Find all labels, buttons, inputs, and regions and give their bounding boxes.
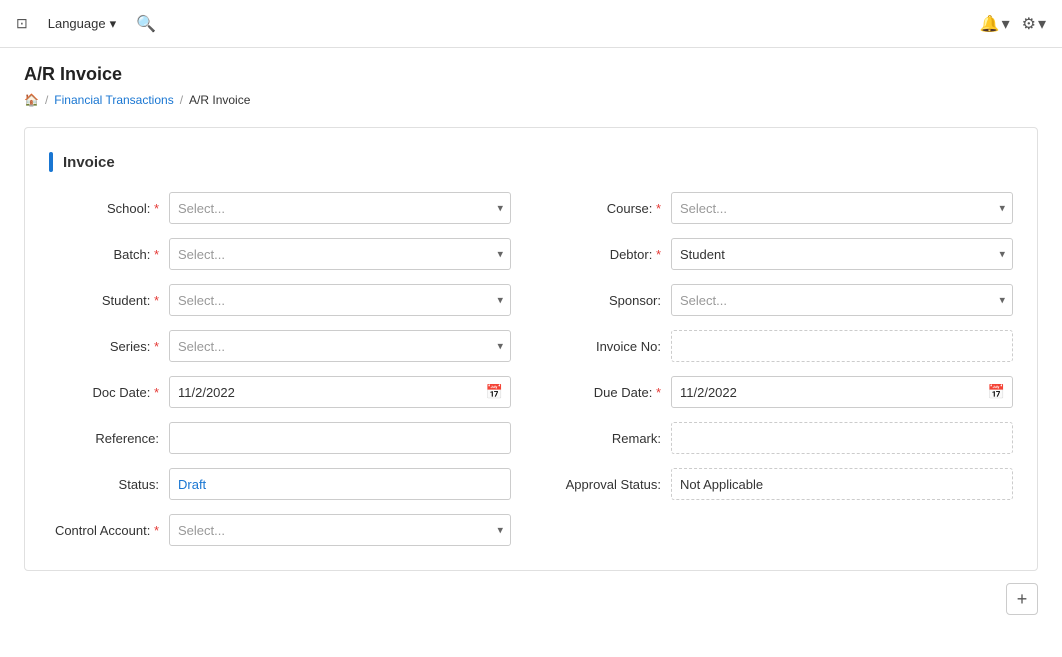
label-school: School: *: [49, 201, 159, 216]
debtor-select[interactable]: Student: [671, 238, 1013, 270]
course-select-wrapper: Select... ▾: [671, 192, 1013, 224]
required-doc-date: *: [154, 385, 159, 400]
label-control-account: Control Account: *: [49, 523, 159, 538]
series-select-wrapper: Select... ▾: [169, 330, 511, 362]
add-button[interactable]: +: [1006, 583, 1038, 615]
gear-icon: ⚙: [1022, 14, 1036, 34]
breadcrumb-current: A/R Invoice: [189, 93, 250, 107]
student-select-wrapper: Select... ▾: [169, 284, 511, 316]
form-grid: School: * Select... ▾ Course: * Select..…: [49, 192, 1013, 546]
label-approval-status: Approval Status:: [551, 477, 661, 492]
label-invoice-no: Invoice No:: [551, 339, 661, 354]
required-control-account: *: [154, 523, 159, 538]
label-course: Course: *: [551, 201, 661, 216]
section-title-row: Invoice: [49, 152, 1013, 172]
invoice-no-input[interactable]: [671, 330, 1013, 362]
language-button[interactable]: Language ▾: [40, 12, 124, 36]
required-student: *: [154, 293, 159, 308]
reference-input[interactable]: [169, 422, 511, 454]
gear-chevron: ▾: [1038, 14, 1046, 34]
field-invoice-no: Invoice No:: [551, 330, 1013, 362]
field-course: Course: * Select... ▾: [551, 192, 1013, 224]
field-due-date: Due Date: * 📅: [551, 376, 1013, 408]
field-student: Student: * Select... ▾: [49, 284, 511, 316]
field-doc-date: Doc Date: * 📅: [49, 376, 511, 408]
field-remark: Remark:: [551, 422, 1013, 454]
breadcrumb-sep-1: /: [45, 93, 48, 107]
label-student: Student: *: [49, 293, 159, 308]
bell-icon: 🔔: [980, 14, 1000, 34]
school-select[interactable]: Select...: [169, 192, 511, 224]
field-status: Status: Draft: [49, 468, 511, 500]
breadcrumb: 🏠 / Financial Transactions / A/R Invoice: [24, 93, 1038, 107]
label-batch: Batch: *: [49, 247, 159, 262]
required-school: *: [154, 201, 159, 216]
due-date-calendar-icon[interactable]: 📅: [988, 384, 1005, 401]
label-remark: Remark:: [551, 431, 661, 446]
required-course: *: [656, 201, 661, 216]
status-value: Draft: [169, 468, 511, 500]
doc-date-calendar-icon[interactable]: 📅: [486, 384, 503, 401]
label-sponsor: Sponsor:: [551, 293, 661, 308]
label-status: Status:: [49, 477, 159, 492]
field-debtor: Debtor: * Student ▾: [551, 238, 1013, 270]
field-reference: Reference:: [49, 422, 511, 454]
empty-cell: [551, 514, 1013, 546]
debtor-select-wrapper: Student ▾: [671, 238, 1013, 270]
label-reference: Reference:: [49, 431, 159, 446]
label-series: Series: *: [49, 339, 159, 354]
bell-button[interactable]: 🔔 ▾: [980, 14, 1010, 34]
school-select-wrapper: Select... ▾: [169, 192, 511, 224]
language-label: Language: [48, 16, 106, 31]
student-select[interactable]: Select...: [169, 284, 511, 316]
field-sponsor: Sponsor: Select... ▾: [551, 284, 1013, 316]
section-bar: [49, 152, 53, 172]
field-series: Series: * Select... ▾: [49, 330, 511, 362]
required-series: *: [154, 339, 159, 354]
batch-select[interactable]: Select...: [169, 238, 511, 270]
series-select[interactable]: Select...: [169, 330, 511, 362]
batch-select-wrapper: Select... ▾: [169, 238, 511, 270]
search-icon[interactable]: 🔍: [136, 14, 156, 34]
section-title: Invoice: [63, 154, 115, 171]
required-due-date: *: [656, 385, 661, 400]
label-doc-date: Doc Date: *: [49, 385, 159, 400]
control-account-select[interactable]: Select...: [169, 514, 511, 546]
breadcrumb-financial[interactable]: Financial Transactions: [54, 93, 173, 107]
home-icon[interactable]: 🏠: [24, 93, 39, 107]
course-select[interactable]: Select...: [671, 192, 1013, 224]
label-due-date: Due Date: *: [551, 385, 661, 400]
required-batch: *: [154, 247, 159, 262]
bell-chevron: ▾: [1002, 14, 1010, 34]
field-approval-status: Approval Status: Not Applicable: [551, 468, 1013, 500]
field-school: School: * Select... ▾: [49, 192, 511, 224]
topnav-right: 🔔 ▾ ⚙ ▾: [980, 14, 1046, 34]
field-batch: Batch: * Select... ▾: [49, 238, 511, 270]
doc-date-wrapper: 📅: [169, 376, 511, 408]
page-title: A/R Invoice: [24, 64, 1038, 85]
breadcrumb-sep-2: /: [180, 93, 183, 107]
due-date-wrapper: 📅: [671, 376, 1013, 408]
sponsor-select-wrapper: Select... ▾: [671, 284, 1013, 316]
remark-input[interactable]: [671, 422, 1013, 454]
label-debtor: Debtor: *: [551, 247, 661, 262]
doc-date-input[interactable]: [169, 376, 511, 408]
add-button-row: +: [24, 583, 1038, 615]
sponsor-select[interactable]: Select...: [671, 284, 1013, 316]
control-account-select-wrapper: Select... ▾: [169, 514, 511, 546]
expand-icon[interactable]: ⊡: [16, 15, 28, 32]
topnav: ⊡ Language ▾ 🔍 🔔 ▾ ⚙ ▾: [0, 0, 1062, 48]
due-date-input[interactable]: [671, 376, 1013, 408]
field-control-account: Control Account: * Select... ▾: [49, 514, 511, 546]
required-debtor: *: [656, 247, 661, 262]
gear-button[interactable]: ⚙ ▾: [1022, 14, 1046, 34]
language-chevron: ▾: [110, 16, 117, 32]
topnav-left: ⊡ Language ▾ 🔍: [16, 12, 156, 36]
approval-status-value: Not Applicable: [671, 468, 1013, 500]
invoice-section: Invoice School: * Select... ▾ Course: * …: [24, 127, 1038, 571]
page-header: A/R Invoice 🏠 / Financial Transactions /…: [0, 48, 1062, 115]
